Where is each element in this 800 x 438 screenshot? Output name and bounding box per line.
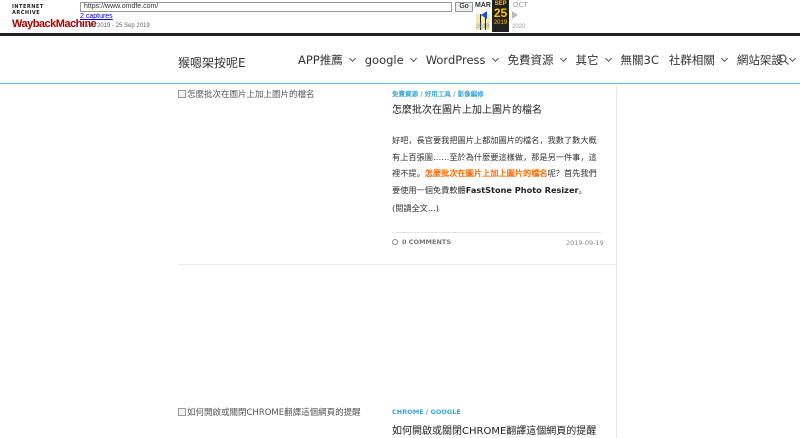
- chevron-down-icon: [348, 54, 356, 63]
- nav-item-other[interactable]: 其它: [575, 52, 612, 68]
- nav-item-wordpress[interactable]: WordPress: [425, 52, 499, 68]
- nav-item-label: WordPress: [425, 53, 486, 67]
- chevron-down-icon: [788, 54, 796, 63]
- main-nav: APP推薦 google WordPress 免費資源 其它 無關3C 社群相關…: [298, 52, 800, 68]
- nav-item-label: 無關3C: [620, 53, 659, 67]
- post-title[interactable]: 怎麼批次在圖片上加上圖片的檔名: [392, 101, 542, 116]
- wayback-logo[interactable]: INTERNET ARCHIVE WaybackMachine: [12, 4, 97, 30]
- wayback-captures-link[interactable]: 2 captures: [80, 13, 113, 20]
- excerpt-highlight-link[interactable]: 怎麼批次在圖片上加上圖片的檔名: [425, 168, 548, 178]
- nav-item-non-3c[interactable]: 無關3C: [621, 52, 659, 68]
- site-header: 猴嗯架按呢E APP推薦 google WordPress 免費資源 其它 無關…: [0, 36, 800, 84]
- nav-item-google[interactable]: google: [364, 52, 417, 68]
- read-more-link[interactable]: (閱讀全文...): [392, 202, 439, 214]
- nav-item-label: google: [364, 53, 404, 67]
- post-separator: [178, 264, 616, 265]
- broken-image-icon: [178, 408, 186, 416]
- wayback-toolbar: INTERNET ARCHIVE WaybackMachine https://…: [0, 0, 800, 36]
- excerpt-text: 。: [578, 184, 587, 195]
- wayback-next-month: OCT: [513, 2, 528, 9]
- nav-item-label: APP推薦: [298, 53, 343, 67]
- post-thumbnail[interactable]: 如何開啟或關閉CHROME翻譯這個網頁的提醒: [178, 406, 361, 418]
- nav-item-free-resources[interactable]: 免費資源: [507, 52, 567, 68]
- wayback-prev-year[interactable]: 2018: [476, 24, 489, 30]
- post-categories[interactable]: 免費資源 / 好用工具 / 影像編修: [392, 88, 484, 98]
- wayback-next-year: 2020: [512, 24, 526, 30]
- excerpt-bold: FastStone Photo Resizer: [465, 184, 579, 195]
- post-categories[interactable]: CHROME / GOOGLE: [392, 408, 461, 416]
- wayback-url-input[interactable]: https://www.omdfe.com/: [80, 2, 452, 12]
- post-thumbnail-alt: 如何開啟或關閉CHROME翻譯這個網頁的提醒: [187, 408, 361, 418]
- wayback-current-capture: SEP 25 2019: [492, 0, 509, 32]
- search-icon[interactable]: [778, 54, 789, 65]
- post-title[interactable]: 如何開啟或關閉CHROME翻譯這個網頁的提醒: [392, 422, 596, 437]
- chevron-down-icon: [559, 54, 567, 63]
- wayback-next-arrow-icon: [512, 11, 518, 19]
- wayback-prev-arrow-icon[interactable]: [481, 11, 487, 19]
- wayback-logo-main: WaybackMachine: [12, 18, 97, 30]
- comments-link[interactable]: 0 COMMENTS: [392, 238, 451, 246]
- site-title[interactable]: 猴嗯架按呢E: [178, 54, 246, 71]
- post-excerpt: 好吧，長官要我把圖片上都加圖片的檔名，我數了數大概有上百張圖……至於為什麼要這樣…: [392, 132, 604, 198]
- wayback-logo-top: INTERNET ARCHIVE: [12, 4, 44, 16]
- chevron-down-icon: [491, 54, 499, 63]
- nav-item-label: 免費資源: [507, 53, 554, 67]
- chevron-down-icon: [720, 54, 728, 63]
- chevron-down-icon: [604, 54, 612, 63]
- post-thumbnail-alt: 怎麼批次在圖片上加上圖片的檔名: [187, 90, 315, 100]
- nav-item-app[interactable]: APP推薦: [298, 52, 356, 68]
- wayback-prev-month[interactable]: MAR: [475, 2, 491, 9]
- wayback-capture-range: 2 Mar 2019 - 25 Sep 2019: [80, 23, 150, 29]
- broken-image-icon: [178, 90, 186, 98]
- post-thumbnail[interactable]: 怎麼批次在圖片上加上圖片的檔名: [178, 88, 315, 100]
- nav-item-label: 其它: [575, 53, 599, 67]
- wayback-cur-year: 2019: [493, 20, 508, 26]
- wayback-go-button[interactable]: Go: [455, 2, 473, 12]
- nav-item-label: 網站架設: [736, 53, 783, 67]
- sidebar-divider: [616, 85, 617, 438]
- wayback-cur-day: 25: [493, 6, 508, 20]
- comments-count: 0 COMMENTS: [402, 238, 452, 246]
- post-date: 2019-09-19: [566, 239, 604, 247]
- chevron-down-icon: [409, 54, 417, 63]
- nav-item-social[interactable]: 社群相關: [668, 52, 728, 68]
- nav-item-label: 社群相關: [668, 53, 715, 67]
- comment-icon: [392, 239, 398, 245]
- post-divider: [392, 232, 601, 233]
